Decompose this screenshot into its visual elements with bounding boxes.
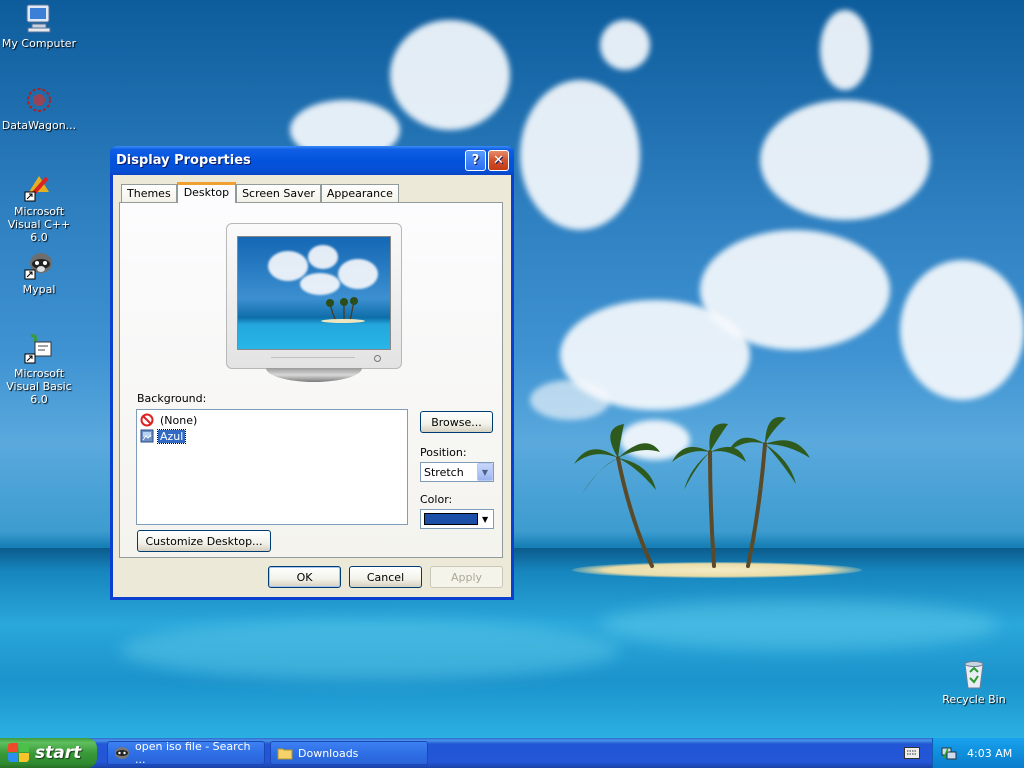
windows-flag-icon — [8, 743, 30, 763]
wallpaper-preview — [237, 236, 391, 350]
background-list[interactable]: (None) Azul — [136, 409, 408, 525]
desktop-icon-label: Microsoft Visual C++ 6.0 — [7, 205, 71, 244]
list-item-selected[interactable]: Azul — [140, 428, 404, 444]
system-tray: 4:03 AM — [932, 738, 1024, 768]
visual-cpp-icon — [23, 170, 55, 202]
dialog-title: Display Properties — [116, 153, 251, 168]
desktop-tab-panel: Background: (None) Azul Browse... Positi… — [119, 202, 503, 558]
desktop-icon-label: My Computer — [1, 37, 77, 50]
chevron-down-icon[interactable]: ▼ — [482, 515, 488, 524]
cloud — [760, 100, 930, 220]
monitor-stand — [266, 368, 362, 382]
help-icon: ? — [471, 153, 480, 168]
palm-trees — [574, 417, 810, 568]
list-item-label: Azul — [156, 428, 187, 444]
desktop-icon-visual-basic[interactable]: Microsoft Visual Basic 6.0 — [0, 332, 78, 406]
apply-button[interactable]: Apply — [430, 566, 503, 588]
background-label: Background: — [137, 392, 207, 405]
desktop-icon-visual-cpp[interactable]: Microsoft Visual C++ 6.0 — [0, 170, 78, 244]
cancel-button[interactable]: Cancel — [349, 566, 422, 588]
display-properties-dialog[interactable]: Display Properties ? ✕ Themes Desktop Sc… — [110, 146, 514, 600]
monitor-power-light — [374, 355, 381, 362]
customize-desktop-button[interactable]: Customize Desktop... — [137, 530, 271, 552]
taskbar-item-downloads[interactable]: Downloads — [270, 741, 428, 765]
monitor-preview — [226, 223, 402, 369]
sea-highlight — [120, 620, 620, 680]
sea-highlight — [600, 600, 1000, 650]
tab-desktop[interactable]: Desktop — [176, 182, 237, 203]
recycle-bin-icon — [958, 658, 990, 690]
position-select[interactable]: Stretch ▼ — [420, 462, 494, 482]
folder-icon — [277, 745, 293, 761]
close-button[interactable]: ✕ — [488, 150, 509, 171]
browse-button[interactable]: Browse... — [420, 411, 493, 433]
cloud — [900, 260, 1024, 400]
cloud — [390, 20, 510, 130]
visual-basic-icon — [23, 332, 55, 364]
ok-button[interactable]: OK — [268, 566, 341, 588]
list-item-label: (None) — [160, 413, 198, 427]
cloud — [820, 10, 870, 90]
tab-screen-saver[interactable]: Screen Saver — [236, 184, 321, 203]
help-button[interactable]: ? — [465, 150, 486, 171]
dialog-titlebar[interactable]: Display Properties ? ✕ — [110, 146, 514, 175]
start-label: start — [35, 743, 82, 763]
taskbar-item-label: Downloads — [298, 746, 359, 760]
image-file-icon — [140, 429, 154, 443]
desktop-icon-my-computer[interactable]: My Computer — [0, 2, 78, 50]
desktop-icon-label: Recycle Bin — [942, 693, 1006, 706]
clock[interactable]: 4:03 AM — [967, 747, 1012, 760]
color-swatch — [424, 513, 478, 525]
my-computer-icon — [23, 2, 55, 34]
tab-strip: Themes Desktop Screen Saver Appearance — [121, 182, 399, 203]
monitor-vent — [271, 357, 355, 364]
desktop-icon-recycle-bin[interactable]: Recycle Bin — [935, 658, 1013, 706]
network-icon[interactable] — [941, 745, 957, 761]
start-button[interactable]: start — [0, 738, 97, 768]
cloud — [520, 80, 640, 230]
cloud — [600, 20, 650, 70]
position-value: Stretch — [424, 465, 464, 479]
keyboard-icon[interactable] — [904, 747, 920, 762]
position-label: Position: — [420, 446, 467, 459]
datawagon-icon — [23, 84, 55, 116]
mypal-icon — [114, 745, 130, 761]
taskbar: start open iso file - Search ... Downloa… — [0, 738, 1024, 768]
tab-themes[interactable]: Themes — [121, 184, 177, 203]
color-label: Color: — [420, 493, 453, 506]
mypal-icon — [23, 248, 55, 280]
no-symbol-icon — [140, 413, 154, 427]
taskbar-item-search[interactable]: open iso file - Search ... — [107, 740, 265, 766]
desktop-icon-mypal[interactable]: Mypal — [0, 248, 78, 296]
desktop-icon-label: Microsoft Visual Basic 6.0 — [6, 367, 72, 406]
list-item[interactable]: (None) — [140, 412, 404, 428]
color-picker[interactable]: ▼ — [420, 509, 494, 529]
close-icon: ✕ — [493, 153, 504, 168]
desktop-icon-label: DataWagon... — [1, 119, 77, 132]
desktop-icon-label: Mypal — [22, 283, 56, 296]
dialog-body: Themes Desktop Screen Saver Appearance B… — [113, 175, 511, 597]
taskbar-item-label: open iso file - Search ... — [135, 740, 251, 766]
tab-appearance[interactable]: Appearance — [320, 184, 399, 203]
chevron-down-icon[interactable]: ▼ — [477, 463, 493, 481]
desktop-icon-datawagon[interactable]: DataWagon... — [0, 84, 78, 132]
